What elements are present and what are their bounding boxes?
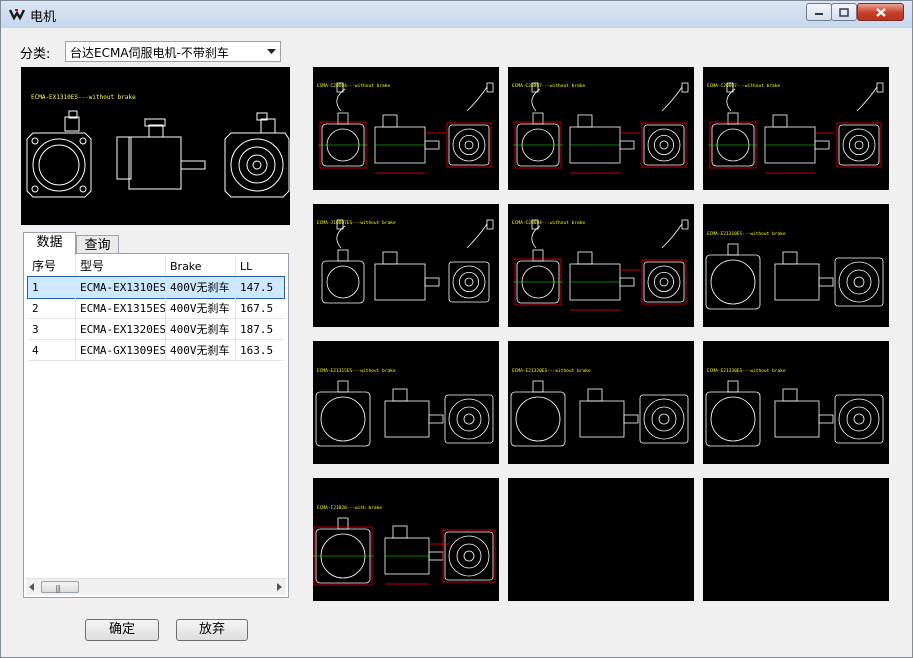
maximize-icon [839,7,849,17]
thumbnail-caption: ECMA-E21315ES---without brake [317,368,396,374]
thumbnail-caption: ECMA-J10807ES---without brake [317,220,396,226]
confirm-button[interactable]: 确定 [85,619,159,641]
cell-no: 4 [28,340,76,361]
grip-icon: ||| [55,584,61,593]
preview-caption: ECMA-EX1310ES---without brake [31,94,136,101]
table-row[interactable]: 1 ECMA-EX1310ES 400V无刹车 147.5 [27,276,285,299]
cad-drawing: ECMA-C20604---without brake [317,82,494,174]
scrollbar-thumb[interactable]: ||| [41,581,79,593]
motor-thumbnail[interactable]: ECMA-F21820---with brake [313,478,499,601]
motor-thumbnail[interactable]: ECMA-E21330ES---without brake [703,341,889,464]
motor-thumbnail[interactable]: ECMA-J10807ES---without brake [313,204,499,327]
minimize-button[interactable] [806,3,832,21]
cad-drawing: ECMA-F21820---with brake [313,505,496,586]
cell-model: ECMA-EX1315ES [76,298,166,319]
cad-drawing: ECMA-E21320ES---without brake [510,368,689,447]
cad-drawing: ECMA-J10807ES---without brake [317,219,494,304]
title-bar[interactable]: 电机 [1,1,912,28]
dialog-body: 分类: 台达ECMA伺服电机-不带刹车 ECMA-EX1310ES---with… [9,28,906,651]
category-select[interactable]: 台达ECMA伺服电机-不带刹车 [65,41,281,62]
motor-data-table: 序号 型号 Brake LL 1 ECMA-EX1310ES 400V无刹车 1… [23,253,289,598]
table-header: 序号 型号 Brake LL [28,256,284,277]
close-icon [875,7,886,17]
cad-drawing: ECMA-C20807---without brake [512,82,689,174]
motor-thumbnail[interactable] [508,478,694,601]
thumbnail-caption: ECMA-E21310ES---without brake [707,231,786,237]
motor-thumbnail[interactable]: ECMA-E21310ES---without brake [703,204,889,327]
cell-no: 3 [28,319,76,340]
thumbnail-caption: ECMA-C20807---without brake [707,83,780,89]
cell-ll: 187.5 [236,319,284,340]
thumbnail-caption: ECMA-C20807---without brake [512,83,585,89]
column-header-model[interactable]: 型号 [76,256,166,277]
motor-preview-drawing: ECMA-EX1310ES---without brake [21,67,290,225]
table-row[interactable]: 2 ECMA-EX1315ES 400V无刹车 167.5 [28,298,284,319]
motor-dialog-window: 电机 分类: 台达ECMA伺服电机-不带刹车 ECMA-EX1310ES---w… [0,0,913,658]
cad-drawing: ECMA-E21310ES---without brake [705,231,884,310]
thumbnail-caption: ECMA-F21820---with brake [317,505,382,511]
scroll-left-arrow-icon[interactable] [29,583,35,591]
motor-thumbnail[interactable]: ECMA-C20807---without brake [508,67,694,190]
column-header-brake[interactable]: Brake [166,256,236,277]
cell-model: ECMA-EX1310ES [76,277,166,298]
cell-no: 2 [28,298,76,319]
tab-data[interactable]: 数据 [23,232,76,255]
table-row[interactable]: 3 ECMA-EX1320ES 400V无刹车 187.5 [28,319,284,340]
cell-ll: 167.5 [236,298,284,319]
motor-thumbnail[interactable]: ECMA-C20604---without brake [508,204,694,327]
cell-ll: 147.5 [236,277,284,298]
cell-brake: 400V无刹车 [166,277,236,298]
cell-brake: 400V无刹车 [166,340,236,361]
motor-thumbnail[interactable]: ECMA-C20807---without brake [703,67,889,190]
thumbnail-caption: ECMA-C20604---without brake [512,220,585,226]
thumbnail-caption: ECMA-E21320ES---without brake [512,368,591,374]
maximize-button[interactable] [831,3,857,21]
motor-thumbnail[interactable]: ECMA-E21315ES---without brake [313,341,499,464]
cell-brake: 400V无刹车 [166,319,236,340]
thumbnail-caption: ECMA-E21330ES---without brake [707,368,786,374]
cell-model: ECMA-EX1320ES [76,319,166,340]
motor-thumbnail[interactable]: ECMA-E21320ES---without brake [508,341,694,464]
cad-drawing: ECMA-E21330ES---without brake [705,368,884,447]
motor-thumbnail[interactable]: ECMA-C20604---without brake [313,67,499,190]
cell-model: ECMA-GX1309ES [76,340,166,361]
horizontal-scrollbar[interactable]: ||| [26,578,286,595]
cad-drawing: ECMA-C20604---without brake [512,219,689,311]
cell-ll: 163.5 [236,340,284,361]
window-title: 电机 [30,10,57,25]
close-button[interactable] [857,3,904,21]
category-label: 分类: [20,47,51,62]
chevron-down-icon [267,49,276,54]
cell-brake: 400V无刹车 [166,298,236,319]
minimize-icon [815,13,823,15]
cell-no: 1 [28,277,76,298]
thumbnail-caption: ECMA-C20604---without brake [317,83,390,89]
cad-drawing: ECMA-C20807---without brake [707,82,884,174]
column-header-no[interactable]: 序号 [28,256,76,277]
motor-thumbnail[interactable] [703,478,889,601]
app-logo-icon [9,9,25,21]
scroll-right-arrow-icon[interactable] [277,583,283,591]
column-header-ll[interactable]: LL [236,256,284,277]
category-selected-value: 台达ECMA伺服电机-不带刹车 [70,46,229,60]
cad-drawing: ECMA-E21315ES---without brake [315,368,494,447]
discard-button[interactable]: 放弃 [176,619,248,641]
table-row[interactable]: 4 ECMA-GX1309ES 400V无刹车 163.5 [28,340,284,361]
